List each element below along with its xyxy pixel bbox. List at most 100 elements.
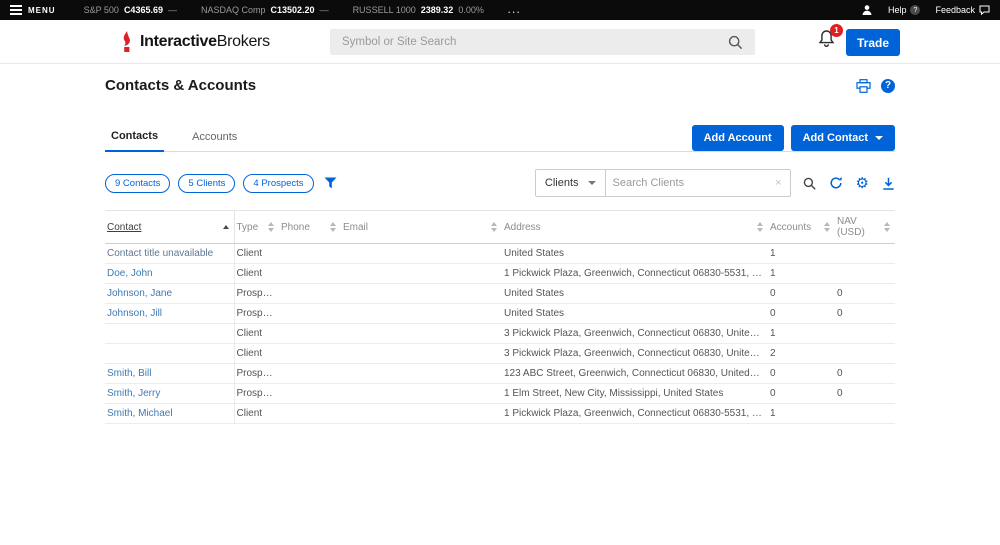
cell-phone xyxy=(279,324,341,344)
cell-address: United States xyxy=(502,244,768,264)
account-menu-button[interactable] xyxy=(861,4,873,16)
column-header-nav[interactable]: NAV (USD) xyxy=(835,211,895,244)
cell-type: Prospect xyxy=(234,304,279,324)
cell-email xyxy=(341,264,502,284)
table-row[interactable]: Smith, Michael Client 1 Pickwick Plaza, … xyxy=(105,404,895,424)
client-type-select[interactable]: Clients xyxy=(535,169,606,197)
cell-accounts: 0 xyxy=(768,364,835,384)
search-icon xyxy=(803,177,816,190)
cell-contact[interactable]: Johnson, Jane xyxy=(105,284,234,304)
cell-nav xyxy=(835,344,895,364)
refresh-button[interactable] xyxy=(829,176,843,190)
column-header-accounts[interactable]: Accounts xyxy=(768,211,835,244)
cell-address: 1 Elm Street, New City, Mississippi, Uni… xyxy=(502,384,768,404)
cell-contact[interactable]: Contact title unavailable xyxy=(105,244,234,264)
brand-logo[interactable]: InteractiveBrokers xyxy=(120,31,270,52)
filters-row: 9 Contacts 5 Clients 4 Prospects Clients… xyxy=(105,169,895,197)
table-row[interactable]: Client 3 Pickwick Plaza, Greenwich, Conn… xyxy=(105,324,895,344)
column-header-phone[interactable]: Phone xyxy=(279,211,341,244)
ticker-value: 2389.32 xyxy=(421,5,454,15)
cell-address: United States xyxy=(502,284,768,304)
clear-search-icon[interactable]: × xyxy=(774,177,782,189)
cell-contact[interactable]: Johnson, Jill xyxy=(105,304,234,324)
trade-button[interactable]: Trade xyxy=(846,29,900,56)
table-row[interactable]: Client 3 Pickwick Plaza, Greenwich, Conn… xyxy=(105,344,895,364)
menu-label: MENU xyxy=(28,6,56,15)
ticker-russell[interactable]: RUSSELL 1000 2389.32 0.00% xyxy=(353,5,484,15)
table-row[interactable]: Smith, Jerry Prospect 1 Elm Street, New … xyxy=(105,384,895,404)
cell-accounts: 0 xyxy=(768,384,835,404)
cell-phone xyxy=(279,244,341,264)
search-icon[interactable] xyxy=(728,35,743,50)
cell-contact[interactable]: Smith, Michael xyxy=(105,404,234,424)
table-row[interactable]: Smith, Bill Prospect 123 ABC Street, Gre… xyxy=(105,364,895,384)
column-header-type[interactable]: Type xyxy=(234,211,279,244)
cell-email xyxy=(341,324,502,344)
more-tickers-button[interactable]: ... xyxy=(508,5,522,15)
download-button[interactable] xyxy=(882,177,895,190)
table-header-row: Contact Type Phone Email Address xyxy=(105,211,895,244)
ticker-name: NASDAQ Comp xyxy=(201,5,266,15)
settings-button[interactable]: ⚙ xyxy=(856,176,869,191)
sort-icon xyxy=(824,222,830,232)
chip-clients[interactable]: 5 Clients xyxy=(178,174,235,193)
help-menu-button[interactable]: Help ? xyxy=(888,5,921,15)
page-help-icon[interactable]: ? xyxy=(881,79,895,93)
cell-address: 1 Pickwick Plaza, Greenwich, Connecticut… xyxy=(502,404,768,424)
ticker-nasdaq[interactable]: NASDAQ Comp C13502.20 — xyxy=(201,5,329,15)
site-header: InteractiveBrokers 1 Trade xyxy=(0,20,1000,64)
chip-prospects[interactable]: 4 Prospects xyxy=(243,174,313,193)
filter-button[interactable] xyxy=(324,177,337,189)
cell-phone xyxy=(279,344,341,364)
add-contact-button[interactable]: Add Contact xyxy=(791,125,895,151)
main-menu-button[interactable]: MENU xyxy=(10,6,56,15)
cell-nav: 0 xyxy=(835,384,895,404)
ticker-strip: S&P 500 C4365.69 — NASDAQ Comp C13502.20… xyxy=(84,5,484,15)
table-row[interactable]: Contact title unavailable Client United … xyxy=(105,244,895,264)
cell-phone xyxy=(279,404,341,424)
sort-icon xyxy=(491,222,497,232)
tab-accounts[interactable]: Accounts xyxy=(186,131,243,151)
cell-email xyxy=(341,344,502,364)
cell-contact[interactable]: Smith, Bill xyxy=(105,364,234,384)
column-header-email[interactable]: Email xyxy=(341,211,502,244)
cell-address: 3 Pickwick Plaza, Greenwich, Connecticut… xyxy=(502,324,768,344)
cell-address: 123 ABC Street, Greenwich, Connecticut 0… xyxy=(502,364,768,384)
column-header-address[interactable]: Address xyxy=(502,211,768,244)
column-label: NAV (USD) xyxy=(837,216,880,238)
brand-wordmark: InteractiveBrokers xyxy=(140,33,270,51)
gear-icon: ⚙ xyxy=(856,176,869,191)
table-row[interactable]: Doe, John Client 1 Pickwick Plaza, Green… xyxy=(105,264,895,284)
top-utility-bar: MENU S&P 500 C4365.69 — NASDAQ Comp C135… xyxy=(0,0,1000,20)
cell-accounts: 1 xyxy=(768,244,835,264)
main-content: Contacts Accounts Add Account Add Contac… xyxy=(0,128,1000,424)
user-icon xyxy=(861,4,873,16)
ticker-value: C4365.69 xyxy=(124,5,163,15)
ticker-change: 0.00% xyxy=(458,5,484,15)
print-icon[interactable] xyxy=(856,79,871,93)
clients-search-input[interactable] xyxy=(613,177,775,189)
notifications-button[interactable]: 1 xyxy=(817,29,837,51)
hamburger-icon xyxy=(10,9,22,11)
download-icon xyxy=(882,177,895,190)
global-search-input[interactable] xyxy=(342,36,728,48)
ibkr-logo-icon xyxy=(120,31,135,52)
column-label: Phone xyxy=(281,222,310,233)
cell-email xyxy=(341,244,502,264)
chip-contacts[interactable]: 9 Contacts xyxy=(105,174,170,193)
table-search-button[interactable] xyxy=(803,177,816,190)
cell-contact[interactable]: Doe, John xyxy=(105,264,234,284)
feedback-button[interactable]: Feedback xyxy=(935,5,990,15)
help-icon: ? xyxy=(910,5,920,15)
table-row[interactable]: Johnson, Jill Prospect United States 0 0 xyxy=(105,304,895,324)
add-account-button[interactable]: Add Account xyxy=(692,125,784,151)
tab-contacts[interactable]: Contacts xyxy=(105,130,164,152)
column-header-contact[interactable]: Contact xyxy=(105,211,234,244)
cell-address: 1 Pickwick Plaza, Greenwich, Connecticut… xyxy=(502,264,768,284)
cell-contact[interactable]: Smith, Jerry xyxy=(105,384,234,404)
cell-contact[interactable] xyxy=(105,344,234,364)
column-label: Contact xyxy=(107,222,141,233)
table-row[interactable]: Johnson, Jane Prospect United States 0 0 xyxy=(105,284,895,304)
cell-contact[interactable] xyxy=(105,324,234,344)
ticker-sp500[interactable]: S&P 500 C4365.69 — xyxy=(84,5,177,15)
